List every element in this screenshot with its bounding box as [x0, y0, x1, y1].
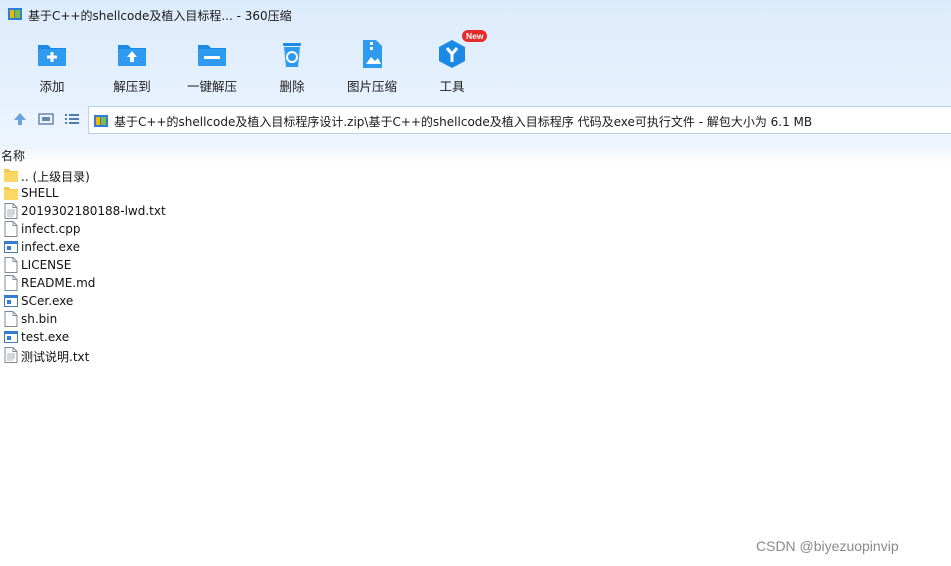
file-name: SHELL: [21, 186, 59, 200]
thumbnail-view-icon[interactable]: [38, 111, 54, 127]
address-bar[interactable]: 基于C++的shellcode及植入目标程序设计.zip\基于C++的shell…: [88, 106, 951, 134]
add-folder-icon: [38, 45, 66, 66]
file-name: SCer.exe: [21, 294, 74, 308]
file-icon: [4, 275, 18, 291]
file-name: test.exe: [21, 330, 70, 344]
file-name: README.md: [21, 276, 96, 290]
delete-button[interactable]: 删除: [250, 36, 334, 94]
file-name: infect.exe: [21, 240, 80, 254]
tools-label: 工具: [439, 79, 465, 94]
file-row[interactable]: 2019302180188-lwd.txt: [0, 202, 951, 220]
file-name: 测试说明.txt: [21, 350, 90, 364]
delete-label: 删除: [279, 79, 305, 94]
exe-file-icon: [4, 293, 18, 309]
delete-icon: [283, 43, 301, 67]
file-name: 2019302180188-lwd.txt: [21, 204, 166, 218]
watermark: CSDN @biyezuopinvip: [756, 538, 899, 554]
tools-button[interactable]: New 工具: [410, 30, 494, 94]
file-row[interactable]: LICENSE: [0, 256, 951, 274]
image-compress-button[interactable]: 图片压缩: [330, 36, 414, 94]
file-row[interactable]: .. (上级目录): [0, 166, 951, 184]
column-header: 名称: [0, 144, 951, 164]
file-name: .. (上级目录): [21, 170, 90, 184]
image-compress-icon: [363, 40, 382, 68]
add-label: 添加: [39, 79, 65, 94]
new-badge: New: [462, 30, 488, 42]
window-title: 基于C++的shellcode及植入目标程... - 360压缩: [28, 9, 292, 23]
one-click-extract-button[interactable]: 一键解压: [170, 36, 254, 94]
file-list: .. (上级目录) SHELL 2019302180188-lwd.txt infec…: [0, 166, 951, 364]
exe-file-icon: [4, 239, 18, 255]
exe-file-icon: [4, 329, 18, 345]
title-bar: 基于C++的shellcode及植入目标程... - 360压缩: [0, 0, 951, 30]
file-row[interactable]: SHELL: [0, 184, 951, 202]
file-row[interactable]: README.md: [0, 274, 951, 292]
file-row[interactable]: infect.cpp: [0, 220, 951, 238]
extract-to-button[interactable]: 解压到: [90, 36, 174, 94]
file-row[interactable]: 测试说明.txt: [0, 346, 951, 364]
one-click-extract-icon: [198, 45, 226, 66]
tools-icon: [439, 40, 465, 68]
file-name: sh.bin: [21, 312, 58, 326]
extract-to-label: 解压到: [113, 79, 151, 94]
text-file-icon: [4, 203, 18, 219]
add-button[interactable]: 添加: [10, 36, 94, 94]
one-click-extract-label: 一键解压: [186, 79, 237, 94]
file-name: LICENSE: [21, 258, 72, 272]
file-row[interactable]: SCer.exe: [0, 292, 951, 310]
file-icon: [4, 311, 18, 327]
file-row[interactable]: sh.bin: [0, 310, 951, 328]
file-row[interactable]: test.exe: [0, 328, 951, 346]
file-row[interactable]: infect.exe: [0, 238, 951, 256]
file-name: infect.cpp: [21, 222, 81, 236]
address-path: 基于C++的shellcode及植入目标程序设计.zip\基于C++的shell…: [114, 115, 813, 129]
text-file-icon: [4, 347, 18, 363]
folder-icon: [4, 185, 18, 201]
list-view-icon[interactable]: [64, 111, 80, 127]
folder-icon: [4, 167, 18, 183]
image-compress-label: 图片压缩: [346, 79, 397, 94]
address-row: 基于C++的shellcode及植入目标程序设计.zip\基于C++的shell…: [0, 104, 951, 134]
top-panel: 基于C++的shellcode及植入目标程... - 360压缩 添加 解压到: [0, 0, 951, 150]
column-name-header[interactable]: 名称: [1, 147, 25, 164]
file-icon: [4, 221, 18, 237]
extract-to-icon: [118, 45, 146, 66]
archive-app-icon: [8, 8, 22, 20]
archive-icon: [94, 115, 108, 127]
up-arrow-icon[interactable]: [12, 111, 28, 127]
file-icon: [4, 257, 18, 273]
toolbar: 添加 解压到 一键解压 删除 图片压缩 New 工具: [0, 30, 951, 96]
